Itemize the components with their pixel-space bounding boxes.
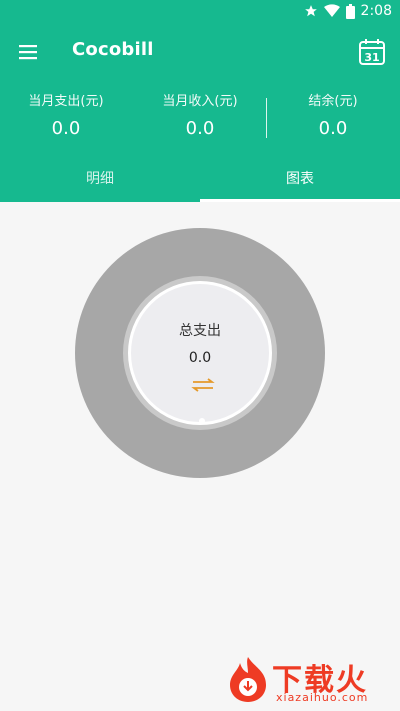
total-expense-label: 总支出 — [179, 323, 221, 339]
donut-pointer — [199, 418, 205, 424]
calendar-button[interactable]: 31 — [358, 38, 386, 66]
app-bar: Cocobill 31 — [0, 24, 400, 80]
star-icon — [304, 4, 318, 18]
month-summary: 当月支出(元) 0.0 当月收入(元) 0.0 结余(元) 0.0 — [0, 80, 400, 156]
expense-summary: 当月支出(元) 0.0 — [6, 90, 126, 139]
income-label: 当月收入(元) — [162, 94, 238, 109]
tab-bar: 明细 图表 — [0, 156, 400, 202]
tab-details[interactable]: 明细 — [0, 156, 200, 202]
summary-divider — [266, 98, 267, 138]
calendar-day-text: 31 — [364, 51, 379, 64]
balance-value: 0.0 — [318, 118, 348, 139]
menu-button[interactable] — [16, 40, 40, 64]
total-expense-value: 0.0 — [188, 350, 212, 366]
balance-label: 结余(元) — [308, 94, 358, 109]
status-icons: 2:08 — [304, 3, 392, 19]
income-value: 0.0 — [185, 118, 215, 139]
calendar-icon: 31 — [359, 39, 385, 65]
battery-icon — [345, 3, 355, 19]
income-summary: 当月收入(元) 0.0 — [140, 90, 260, 139]
watermark: 下载火 xiazaihuo.com — [224, 655, 394, 707]
balance-summary: 结余(元) 0.0 — [273, 90, 393, 139]
swap-icon — [191, 378, 215, 392]
donut-center-button[interactable]: 总支出 0.0 — [128, 281, 272, 425]
app-title: Cocobill — [72, 39, 154, 60]
watermark-url: xiazaihuo.com — [276, 691, 369, 704]
fire-logo-icon — [230, 657, 266, 702]
wifi-icon — [323, 4, 340, 18]
status-bar: 2:08 — [0, 0, 400, 24]
expense-value: 0.0 — [51, 118, 81, 139]
menu-icon — [19, 45, 37, 60]
status-time: 2:08 — [360, 3, 392, 19]
expense-label: 当月支出(元) — [28, 94, 104, 109]
tab-chart[interactable]: 图表 — [200, 156, 400, 202]
